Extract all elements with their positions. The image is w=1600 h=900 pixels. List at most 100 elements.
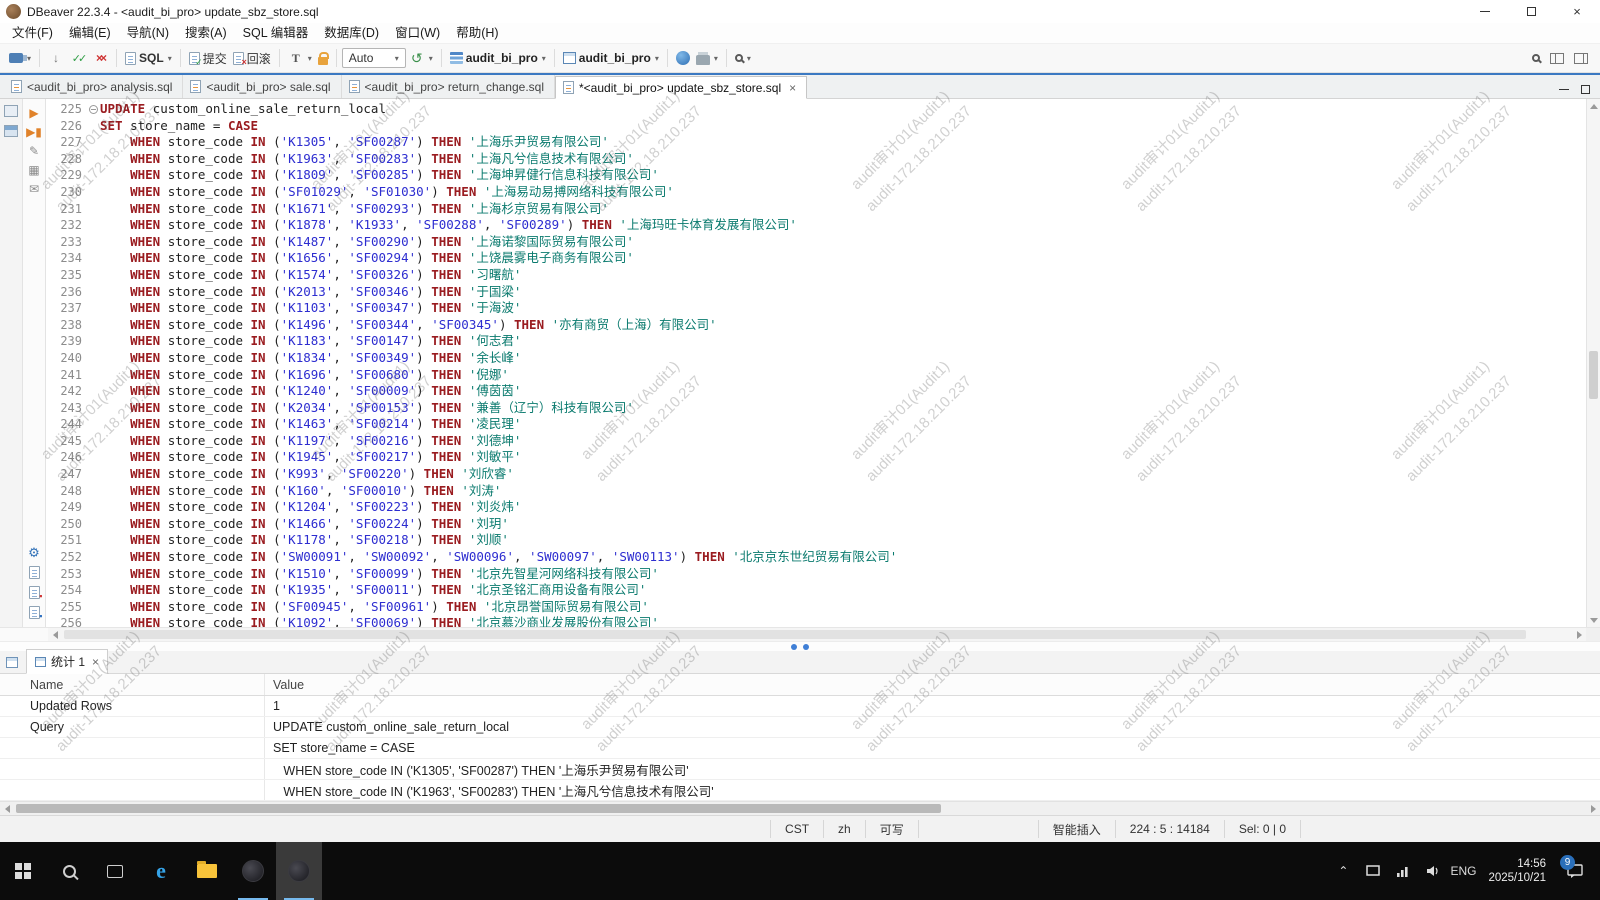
file-explorer-button[interactable] <box>184 842 230 900</box>
taskbar-search-button[interactable] <box>46 842 92 900</box>
tab-close-icon[interactable]: × <box>789 81 796 95</box>
tab-close-icon[interactable]: × <box>92 655 99 669</box>
vertical-scrollbar-thumb[interactable] <box>1589 351 1598 399</box>
sql-editor[interactable]: 225UPDATE custom_online_sale_return_loca… <box>46 99 1600 627</box>
menu-item[interactable]: 数据库(D) <box>316 23 387 43</box>
horizontal-scrollbar-thumb[interactable] <box>64 630 1526 639</box>
scroll-down-icon[interactable] <box>1587 613 1600 627</box>
fetch-button[interactable]: ↓ <box>45 48 67 68</box>
code-line[interactable]: 238 WHEN store_code IN ('K1496', 'SF0034… <box>46 317 1600 334</box>
minimize-editor-icon[interactable] <box>1559 89 1569 90</box>
code-line[interactable]: 244 WHEN store_code IN ('K1463', 'SF0021… <box>46 416 1600 433</box>
sql-editor-button[interactable]: SQL▾ <box>122 49 175 67</box>
code-line[interactable]: 231 WHEN store_code IN ('K1671', 'SF0029… <box>46 201 1600 218</box>
code-line[interactable]: 226SET store_name = CASE <box>46 118 1600 135</box>
task-view-button[interactable] <box>92 842 138 900</box>
code-line[interactable]: 227 WHEN store_code IN ('K1305', 'SF0028… <box>46 134 1600 151</box>
edge-button[interactable]: e <box>138 842 184 900</box>
start-button[interactable] <box>0 842 46 900</box>
code-line[interactable]: 229 WHEN store_code IN ('K1809', 'SF0028… <box>46 167 1600 184</box>
pinned-app-button[interactable] <box>230 842 276 900</box>
code-line[interactable]: 249 WHEN store_code IN ('K1204', 'SF0022… <box>46 499 1600 516</box>
language-indicator[interactable]: ENG <box>1450 864 1476 878</box>
layout-right-icon[interactable] <box>1574 53 1588 64</box>
menu-item[interactable]: SQL 编辑器 <box>235 23 317 43</box>
menu-item[interactable]: 编辑(E) <box>61 23 119 43</box>
editor-hscrollbar[interactable] <box>0 627 1600 641</box>
transaction-log-button[interactable]: T▾ <box>285 48 315 68</box>
code-line[interactable]: 255 WHEN store_code IN ('SF00945', 'SF00… <box>46 599 1600 616</box>
scroll-right-icon[interactable] <box>1586 802 1600 815</box>
print-button[interactable]: ▾ <box>693 50 721 67</box>
table-row[interactable]: WHEN store_code IN ('K1963', 'SF00283') … <box>0 780 1600 801</box>
maximize-button[interactable] <box>1508 0 1554 23</box>
code-line[interactable]: 252 WHEN store_code IN ('SW00091', 'SW00… <box>46 549 1600 566</box>
cancel-queries-button[interactable]: ×× <box>89 48 111 68</box>
editor-tab[interactable]: <audit_bi_pro> sale.sql <box>183 75 341 98</box>
lock-button[interactable] <box>315 50 331 67</box>
editor-tab[interactable]: <audit_bi_pro> analysis.sql <box>4 75 183 98</box>
sash-handle-icon[interactable] <box>791 644 797 650</box>
table-header[interactable]: Name Value <box>0 674 1600 696</box>
editor-tab[interactable]: *<audit_bi_pro> update_sbz_store.sql× <box>555 76 807 99</box>
code-line[interactable]: 235 WHEN store_code IN ('K1574', 'SF0032… <box>46 267 1600 284</box>
vertical-scrollbar[interactable] <box>1586 99 1600 627</box>
globe-button[interactable] <box>673 49 693 67</box>
code-line[interactable]: 240 WHEN store_code IN ('K1834', 'SF0034… <box>46 350 1600 367</box>
code-line[interactable]: 250 WHEN store_code IN ('K1466', 'SF0022… <box>46 516 1600 533</box>
code-line[interactable]: 254 WHEN store_code IN ('K1935', 'SF0001… <box>46 582 1600 599</box>
script-file-blue-icon[interactable]: ▪ <box>29 606 40 619</box>
tray-expand-icon[interactable]: ⌃ <box>1330 864 1356 878</box>
scroll-right-icon[interactable] <box>1572 628 1586 641</box>
menu-item[interactable]: 文件(F) <box>4 23 61 43</box>
code-line[interactable]: 245 WHEN store_code IN ('K1197', 'SF0021… <box>46 433 1600 450</box>
search-icon[interactable] <box>1532 54 1540 62</box>
rollback-button[interactable]: ×回滚 <box>230 48 274 69</box>
column-header-name[interactable]: Name <box>0 674 265 695</box>
code-line[interactable]: 251 WHEN store_code IN ('K1178', 'SF0021… <box>46 532 1600 549</box>
table-row[interactable]: SET store_name = CASE <box>0 738 1600 759</box>
code-line[interactable]: 247 WHEN store_code IN ('K993', 'SF00220… <box>46 466 1600 483</box>
code-line[interactable]: 234 WHEN store_code IN ('K1656', 'SF0029… <box>46 250 1600 267</box>
caret-position[interactable]: 224 : 5 : 14184 <box>1115 820 1224 838</box>
code-line[interactable]: 225UPDATE custom_online_sale_return_loca… <box>46 101 1600 118</box>
speaker-icon[interactable] <box>1420 865 1446 877</box>
code-line[interactable]: 243 WHEN store_code IN ('K2034', 'SF0015… <box>46 400 1600 417</box>
code-line[interactable]: 253 WHEN store_code IN ('K1510', 'SF0009… <box>46 566 1600 583</box>
column-header-value[interactable]: Value <box>265 674 1600 695</box>
dbeaver-taskbar-button[interactable] <box>276 842 322 900</box>
schema-selector[interactable]: audit_bi_pro▾ <box>560 49 662 67</box>
scroll-up-icon[interactable] <box>1587 99 1600 113</box>
code-line[interactable]: 230 WHEN store_code IN ('SF01029', 'SF01… <box>46 184 1600 201</box>
code-line[interactable]: 237 WHEN store_code IN ('K1103', 'SF0034… <box>46 300 1600 317</box>
panel-sash[interactable] <box>0 641 1600 651</box>
code-line[interactable]: 233 WHEN store_code IN ('K1487', 'SF0029… <box>46 234 1600 251</box>
scroll-left-icon[interactable] <box>0 802 14 815</box>
quick-search-button[interactable]: ▾ <box>732 52 754 65</box>
statistics-tab[interactable]: 统计 1 × <box>26 649 108 674</box>
fold-collapse-icon[interactable] <box>89 105 98 114</box>
result-grid-icon[interactable]: ▦ <box>28 164 39 176</box>
menu-item[interactable]: 帮助(H) <box>448 23 506 43</box>
restore-view-icon[interactable] <box>4 105 18 117</box>
script-file-icon[interactable] <box>29 566 40 579</box>
taskbar-clock[interactable]: 14:56 2025/10/21 <box>1480 857 1554 885</box>
code-line[interactable]: 248 WHEN store_code IN ('K160', 'SF00010… <box>46 483 1600 500</box>
code-line[interactable]: 256 WHEN store_code IN ('K1092', 'SF0006… <box>46 615 1600 627</box>
history-button[interactable]: ↺▾ <box>406 48 436 68</box>
results-hscrollbar[interactable] <box>0 801 1600 815</box>
code-line[interactable]: 246 WHEN store_code IN ('K1945', 'SF0021… <box>46 449 1600 466</box>
code-line[interactable]: 236 WHEN store_code IN ('K2013', 'SF0034… <box>46 284 1600 301</box>
execute-statement-icon[interactable]: ▶ <box>29 107 38 119</box>
code-line[interactable]: 241 WHEN store_code IN ('K1696', 'SF0068… <box>46 367 1600 384</box>
close-button[interactable]: × <box>1554 0 1600 23</box>
execute-checks-button[interactable]: ✓✓ <box>67 48 89 68</box>
code-line[interactable]: 239 WHEN store_code IN ('K1183', 'SF0014… <box>46 333 1600 350</box>
script-file-red-icon[interactable]: ▪ <box>29 586 40 599</box>
gear-icon[interactable]: ⚙ <box>28 546 40 559</box>
code-line[interactable]: 242 WHEN store_code IN ('K1240', 'SF0000… <box>46 383 1600 400</box>
table-row[interactable]: WHEN store_code IN ('K1305', 'SF00287') … <box>0 759 1600 780</box>
menu-item[interactable]: 导航(N) <box>119 23 177 43</box>
menu-item[interactable]: 搜索(A) <box>177 23 235 43</box>
explain-plan-icon[interactable]: ✎ <box>29 145 39 157</box>
